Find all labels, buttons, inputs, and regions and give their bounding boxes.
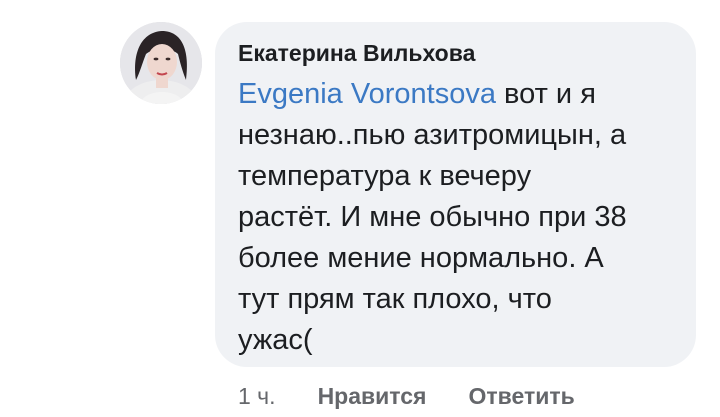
comment-text-line: ужас( — [238, 324, 313, 356]
comment-text-line: более мение нормально. А — [238, 242, 604, 274]
comment-timestamp[interactable]: 1 ч. — [238, 383, 276, 410]
like-button[interactable]: Нравится — [318, 383, 427, 410]
comment-author[interactable]: Екатерина Вильхова — [238, 38, 672, 68]
avatar[interactable] — [120, 22, 202, 104]
comment-bubble: Екатерина Вильхова Evgenia Vorontsova во… — [215, 22, 696, 367]
comment-text-line: тут прям так плохо, что — [238, 283, 552, 315]
comment-text-line: температура к вечеру — [238, 160, 532, 192]
avatar-photo-icon — [120, 22, 202, 104]
comment-text-line: вот и я — [495, 78, 596, 110]
comment-text-line: незнаю..пью азитромицын, а — [238, 119, 627, 151]
comment-thread: Екатерина Вильхова Evgenia Vorontsova во… — [0, 0, 720, 417]
reply-button[interactable]: Ответить — [468, 383, 574, 410]
comment-text-line: растёт. И мне обычно при 38 — [238, 201, 627, 233]
comment-text: Evgenia Vorontsova вот и я незнаю..пью а… — [238, 74, 658, 361]
mention-link[interactable]: Evgenia Vorontsova — [238, 78, 496, 110]
comment-actions: 1 ч. Нравится Ответить — [238, 378, 575, 414]
